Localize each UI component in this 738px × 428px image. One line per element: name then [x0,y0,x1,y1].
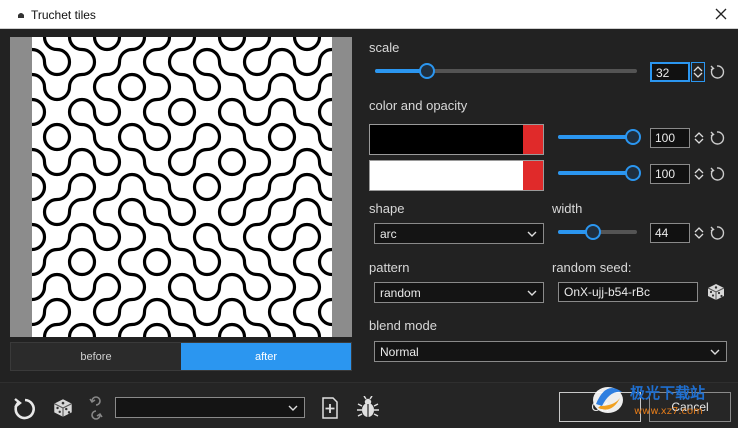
close-button[interactable] [710,4,732,24]
scale-stepper[interactable] [691,62,705,82]
scale-slider[interactable] [375,63,637,79]
pattern-select-value: random [380,286,421,300]
ok-button[interactable]: OK [559,392,641,422]
blend-mode-label: blend mode [369,318,437,333]
scale-slider-knob[interactable] [419,63,435,79]
opacity2-stepper[interactable] [692,164,706,184]
close-icon [715,8,727,20]
title-bar: Truchet tiles [0,0,738,29]
color1-swatch[interactable] [369,124,544,155]
before-after-toggle: before after [10,342,352,371]
random-seed-input[interactable]: OnX-ujj-b54-rBc [558,282,698,302]
shape-select[interactable]: arc [374,223,544,244]
preview-canvas [32,37,332,337]
color2-swatch[interactable] [369,160,544,191]
chevron-down-icon [527,290,537,296]
shape-select-value: arc [380,227,397,241]
after-button[interactable]: after [181,343,351,370]
width-slider[interactable] [558,224,637,240]
opacity1-input[interactable]: 100 [650,128,690,148]
truchet-arcs [32,37,332,337]
bottom-toolbar: OK Cancel [0,382,738,428]
chevron-down-icon [694,174,704,180]
width-slider-knob[interactable] [585,224,601,240]
chevron-down-icon [527,231,537,237]
width-input[interactable]: 44 [650,223,690,243]
blend-mode-select[interactable]: Normal [374,341,727,362]
preview-area [10,37,352,337]
chevron-down-icon [710,349,720,355]
opacity1-reset-icon[interactable] [709,130,725,146]
reset-all-icon[interactable] [12,396,38,422]
opacity1-slider-fill [558,135,633,139]
opacity2-reset-icon[interactable] [709,166,725,182]
truchet-pattern [32,37,332,337]
opacity1-slider-knob[interactable] [625,129,641,145]
pattern-label: pattern [369,260,410,275]
randomize-dice-icon[interactable] [51,396,75,420]
chevron-down-icon [288,405,298,411]
opacity1-stepper[interactable] [692,128,706,148]
random-seed-label: random seed: [552,260,632,275]
width-label: width [552,201,583,216]
app-icon [18,13,24,18]
undo-redo-icon[interactable] [88,393,104,423]
shape-label: shape [369,201,405,216]
width-stepper[interactable] [692,223,706,243]
cancel-button[interactable]: Cancel [649,392,731,422]
width-reset-icon[interactable] [709,225,725,241]
add-preset-icon[interactable] [320,397,340,419]
blend-mode-select-value: Normal [380,345,419,359]
pattern-select[interactable]: random [374,282,544,303]
opacity1-slider[interactable] [558,129,641,145]
bug-report-icon[interactable] [356,396,380,420]
chevron-down-icon [694,233,704,239]
opacity2-slider-knob[interactable] [625,165,641,181]
color1-alpha-indicator [523,125,543,154]
dice-icon[interactable] [705,281,727,303]
window-title: Truchet tiles [31,8,96,22]
scale-input[interactable]: 32 [650,62,690,82]
color2-alpha-indicator [523,161,543,190]
before-button[interactable]: before [11,343,181,370]
chevron-down-icon [693,72,703,78]
scale-label: scale [369,40,400,55]
opacity2-slider[interactable] [558,165,641,181]
preset-select[interactable] [115,397,305,418]
opacity2-slider-fill [558,171,633,175]
scale-reset-icon[interactable] [709,64,725,80]
opacity2-input[interactable]: 100 [650,164,690,184]
color-opacity-label: color and opacity [369,98,468,113]
chevron-down-icon [694,138,704,144]
